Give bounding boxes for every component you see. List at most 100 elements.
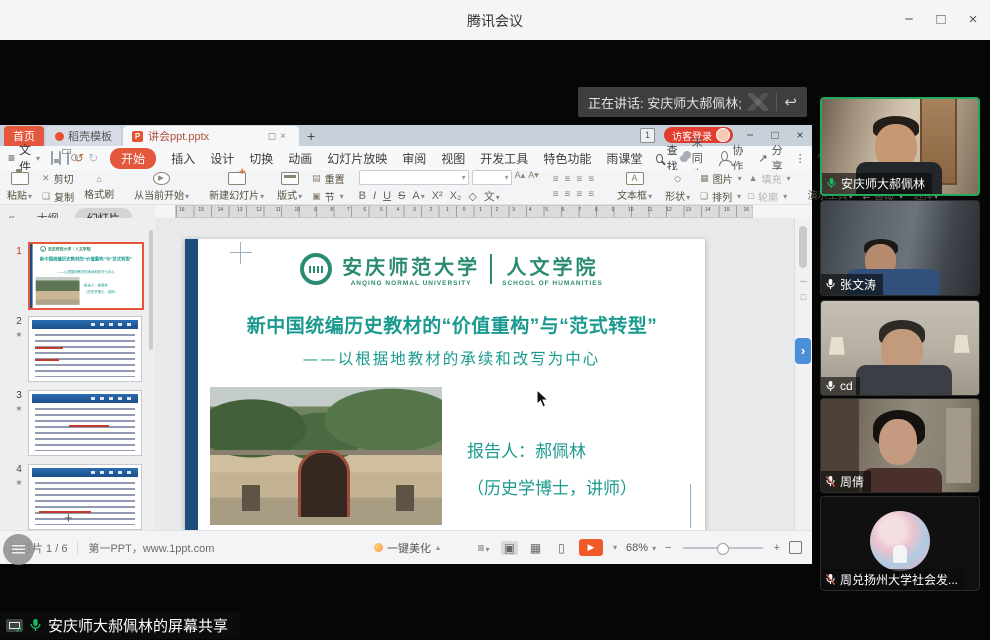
slide-thumbnail-4[interactable] <box>28 464 142 530</box>
shared-wps-window: 首页 稻壳模板 P 讲会ppt.pptx ◻× + 1 访客登录 − □ × <box>0 125 812 563</box>
participant-tile[interactable]: 周兑扬州大学社会发... <box>820 496 980 591</box>
strip-icon[interactable]: □ <box>798 292 809 302</box>
panel-scrollbar[interactable] <box>149 230 153 350</box>
outline-button[interactable]: □轮廓▾ <box>749 189 791 204</box>
clear-format-button[interactable]: ◇ <box>468 190 476 203</box>
menu-item-animation[interactable]: 动画 <box>288 150 312 167</box>
menu-item-insert[interactable]: 插入 <box>171 150 195 167</box>
thumb-header <box>32 320 138 329</box>
close-button[interactable]: × <box>956 0 990 40</box>
tab-templates[interactable]: 稻壳模板 <box>46 126 121 146</box>
participant-namebar: 周兑扬州大学社会发... <box>821 569 965 590</box>
mouse-cursor <box>536 389 549 411</box>
paste-button[interactable]: 粘贴▾ <box>4 172 35 202</box>
menu-item-design[interactable]: 设计 <box>210 150 234 167</box>
mic-on-icon <box>29 618 42 633</box>
textbox-button[interactable]: A 文本框▾ <box>614 172 655 202</box>
print-icon[interactable] <box>59 151 61 165</box>
text-effect-button[interactable]: 文▾ <box>484 188 500 204</box>
strip-icon[interactable]: ─ <box>798 276 809 286</box>
picture-button[interactable]: ▦图片▾ <box>700 171 742 186</box>
tab-pin-close-icons[interactable]: ◻× <box>268 131 290 142</box>
strikethrough-button[interactable]: S <box>398 190 405 202</box>
mic-on-icon <box>826 177 837 190</box>
paragraph-group[interactable]: ≡≡≡≡≡≡≡≡ <box>553 172 600 202</box>
reply-arrow-icon[interactable]: ↩ <box>784 93 807 111</box>
menu-item-slideshow[interactable]: 幻灯片放映 <box>327 150 387 167</box>
redo-icon[interactable]: ↻ <box>88 151 98 165</box>
canvas-scrollbar[interactable] <box>799 226 807 268</box>
arrange-button[interactable]: ❏排列▾ <box>700 189 742 204</box>
minimize-button[interactable]: − <box>892 0 926 40</box>
slideshow-play-button[interactable]: ▶ <box>579 539 603 556</box>
subscript-button[interactable]: X₂ <box>450 190 462 202</box>
menu-item-home[interactable]: 开始 <box>110 148 156 169</box>
zoom-in-button[interactable]: + <box>774 542 780 554</box>
zoom-slider-knob[interactable] <box>717 543 729 555</box>
participant-tile[interactable]: 安庆师大郝佩林 <box>820 97 980 196</box>
thumb-text-lines <box>35 482 135 525</box>
slide-thumbnail-2[interactable] <box>28 316 142 382</box>
more-options-icon[interactable]: ⋮ <box>795 152 806 165</box>
zoom-level[interactable]: 68% ▾ <box>626 542 656 554</box>
font-family-select[interactable]: ▾ <box>359 170 469 185</box>
zoom-out-button[interactable]: − <box>665 542 671 554</box>
decrease-font-icon[interactable]: A▾ <box>528 170 539 185</box>
increase-font-icon[interactable]: A▴ <box>515 170 526 185</box>
expand-panel-button[interactable]: › <box>795 338 811 364</box>
shape-button[interactable]: ○ 形状▾ <box>662 172 693 202</box>
slide-thumbnail-1[interactable]: 安庆师范大学｜人文学院 新中国统编历史教材的“价值重构”与“范式转型” ——以根… <box>28 242 144 310</box>
print-preview-icon[interactable] <box>67 151 69 165</box>
editing-canvas[interactable]: 安庆师范大学 ANQING NORMAL UNIVERSITY 人文学院 SCH… <box>155 218 795 530</box>
slide-sorter-icon[interactable]: ▦ <box>527 541 544 555</box>
tab-document[interactable]: P 讲会ppt.pptx ◻× <box>123 126 299 146</box>
reset-button[interactable]: ▤重置 <box>312 171 345 186</box>
zoom-slider[interactable] <box>683 547 763 549</box>
maximize-button[interactable]: □ <box>924 0 958 40</box>
bold-button[interactable]: B <box>359 190 366 202</box>
font-size-select[interactable]: ▾ <box>472 170 512 185</box>
menu-item-review[interactable]: 审阅 <box>402 150 426 167</box>
fill-button[interactable]: ▲填充▾ <box>749 171 791 186</box>
fit-to-window-icon[interactable] <box>789 541 802 554</box>
menu-item-devtools[interactable]: 开发工具 <box>480 150 528 167</box>
new-tab-button[interactable]: + <box>299 126 323 146</box>
menu-item-view[interactable]: 视图 <box>441 150 465 167</box>
play-from-current-button[interactable]: 从当前开始▾ <box>131 172 192 202</box>
menu-item-features[interactable]: 特色功能 <box>543 150 591 167</box>
new-slide-button[interactable]: 新建幻灯片▾ <box>206 172 267 202</box>
split-view-icon[interactable]: 1 <box>640 128 655 143</box>
italic-button[interactable]: I <box>373 190 376 202</box>
superscript-button[interactable]: X² <box>432 190 443 202</box>
clipboard-icon <box>11 172 29 185</box>
notes-view-icon[interactable]: ≡▾ <box>475 541 492 555</box>
participant-tile[interactable]: cd <box>820 300 980 396</box>
participant-namebar: 安庆师大郝佩林 <box>822 173 932 194</box>
reading-view-icon[interactable]: ▯ <box>553 541 570 555</box>
textbox-icon: A <box>626 172 644 185</box>
cut-button[interactable]: ✕剪切 <box>42 171 74 186</box>
person-silhouette <box>856 365 952 395</box>
slide-left-bar <box>185 239 198 534</box>
add-slide-button[interactable]: + <box>64 510 73 527</box>
participant-tile[interactable]: 周倩 <box>820 398 980 493</box>
format-painter-button[interactable]: ⌂ 格式刷 <box>81 172 117 202</box>
meeting-floating-control[interactable] <box>3 534 34 565</box>
cloud-icon <box>680 155 687 162</box>
menu-item-transition[interactable]: 切换 <box>249 150 273 167</box>
copy-button[interactable]: ❏复制 <box>42 189 74 204</box>
slide-canvas[interactable]: 安庆师范大学 ANQING NORMAL UNIVERSITY 人文学院 SCH… <box>185 239 705 534</box>
normal-view-icon[interactable]: ▣ <box>501 541 518 555</box>
play-dropdown-icon[interactable]: ▾ <box>613 543 617 552</box>
font-color-button[interactable]: A▾ <box>412 190 424 202</box>
speaking-toast-text: 正在讲话: 安庆师大郝佩林; <box>578 93 748 112</box>
beautify-button[interactable]: 一键美化▴ <box>374 540 440 556</box>
slide-thumbnail-3[interactable] <box>28 390 142 456</box>
participant-tile[interactable]: 张文涛 <box>820 200 980 296</box>
layout-button[interactable]: 版式▾ <box>274 172 305 202</box>
toast-divider <box>776 93 777 111</box>
underline-button[interactable]: U <box>383 190 391 202</box>
menu-item-rain-classroom[interactable]: 雨课堂 <box>606 150 642 167</box>
save-icon[interactable] <box>51 151 53 165</box>
section-button[interactable]: ▣节▾ <box>312 189 345 204</box>
